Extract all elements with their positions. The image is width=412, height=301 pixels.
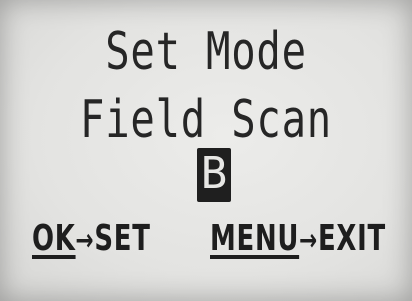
option-selector-container: B: [0, 148, 412, 202]
ok-action-label: SET: [94, 218, 151, 259]
lcd-screen: Set Mode Field Scan B OK→SET MENU→EXIT: [0, 0, 412, 301]
option-selector[interactable]: B: [197, 148, 231, 202]
menu-action-label: EXIT: [317, 218, 386, 259]
ok-key-label[interactable]: OK: [32, 218, 76, 259]
footer-hints: OK→SET MENU→EXIT: [0, 214, 412, 274]
mode-value: Field Scan: [79, 90, 332, 150]
menu-key-label[interactable]: MENU: [210, 218, 299, 259]
menu-arrow-icon: →: [299, 223, 318, 258]
screen-title: Set Mode: [105, 22, 307, 82]
ok-arrow-icon: →: [75, 223, 95, 258]
menu-exit-hint: MENU→EXIT: [210, 214, 386, 266]
ok-set-hint: OK→SET: [32, 214, 151, 266]
